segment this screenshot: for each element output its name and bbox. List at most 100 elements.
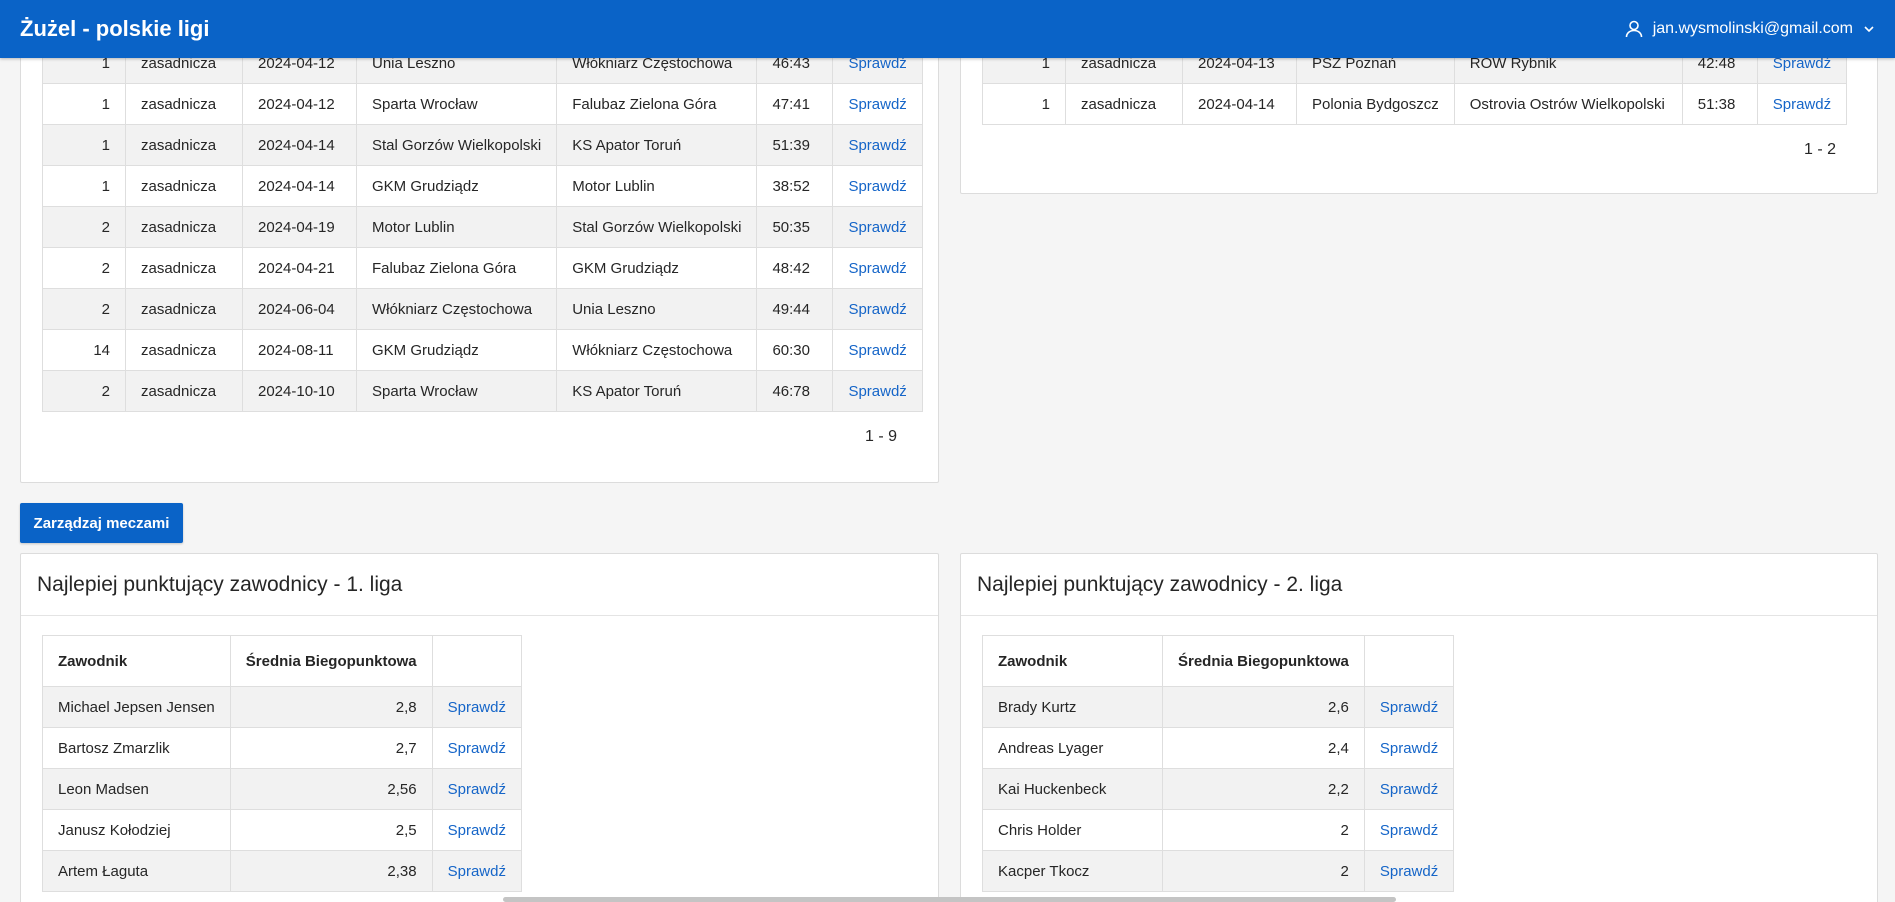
manage-matches-button[interactable]: Zarządzaj meczami xyxy=(20,503,183,543)
score-cell: 46:78 xyxy=(756,370,834,412)
away-team-cell: Falubaz Zielona Góra xyxy=(556,83,758,125)
action-cell: Sprawdź xyxy=(832,370,923,412)
check-match-link[interactable]: Sprawdź xyxy=(848,301,906,318)
check-rider-link[interactable]: Sprawdź xyxy=(1380,740,1438,757)
rider-name-cell: Leon Madsen xyxy=(42,768,231,810)
column-header-actions xyxy=(1363,635,1455,687)
check-match-link[interactable]: Sprawdź xyxy=(848,219,906,236)
score-cell: 47:41 xyxy=(756,83,834,125)
home-team-cell: Polonia Bydgoszcz xyxy=(1296,83,1455,125)
column-header-rider[interactable]: Zawodnik xyxy=(982,635,1163,687)
column-header-rider[interactable]: Zawodnik xyxy=(42,635,231,687)
round-cell: 2 xyxy=(42,288,126,330)
top-riders-table-league-1: Zawodnik Średnia Biegopunktowa Michael J… xyxy=(42,635,522,892)
rider-name-cell: Brady Kurtz xyxy=(982,686,1163,728)
action-cell: Sprawdź xyxy=(431,727,522,769)
action-cell: Sprawdź xyxy=(431,768,522,810)
phase-cell: zasadnicza xyxy=(125,124,243,166)
horizontal-scrollbar[interactable] xyxy=(503,897,1396,902)
home-team-cell: Sparta Wrocław xyxy=(355,83,558,125)
check-rider-link[interactable]: Sprawdź xyxy=(448,781,506,798)
table-row: Janusz Kołodziej 2,5 Sprawdź xyxy=(42,809,522,851)
action-cell: Sprawdź xyxy=(832,288,923,330)
score-cell: 51:39 xyxy=(756,124,834,166)
rider-name-cell: Artem Łaguta xyxy=(42,850,231,892)
pagination-info: 1 - 2 xyxy=(1803,141,1836,158)
home-team-cell: Stal Gorzów Wielkopolski xyxy=(355,124,558,166)
round-cell: 2 xyxy=(42,247,126,289)
check-rider-link[interactable]: Sprawdź xyxy=(448,699,506,716)
average-cell: 2,6 xyxy=(1162,686,1365,728)
phase-cell: zasadnicza xyxy=(125,370,243,412)
away-team-cell: GKM Grudziądz xyxy=(556,247,758,289)
table-row: Kai Huckenbeck 2,2 Sprawdź xyxy=(982,768,1455,810)
phase-cell: zasadnicza xyxy=(1065,83,1183,125)
phase-cell: zasadnicza xyxy=(125,288,243,330)
table-row: 1 zasadnicza 2024-04-12 Sparta Wrocław Falub… xyxy=(42,83,923,125)
action-cell: Sprawdź xyxy=(431,686,522,728)
check-rider-link[interactable]: Sprawdź xyxy=(448,740,506,757)
top-riders-panel-league-2: Najlepiej punktujący zawodnicy - 2. liga… xyxy=(960,553,1878,902)
check-rider-link[interactable]: Sprawdź xyxy=(1380,699,1438,716)
average-cell: 2,5 xyxy=(229,809,433,851)
action-cell: Sprawdź xyxy=(832,83,923,125)
table-row: 2 zasadnicza 2024-10-10 Sparta Wrocław KS Ap… xyxy=(42,370,923,412)
away-team-cell: Włókniarz Częstochowa xyxy=(556,329,758,371)
table-row: Artem Łaguta 2,38 Sprawdź xyxy=(42,850,522,892)
round-cell: 2 xyxy=(42,370,126,412)
phase-cell: zasadnicza xyxy=(125,206,243,248)
average-cell: 2,4 xyxy=(1162,727,1365,769)
check-match-link[interactable]: Sprawdź xyxy=(848,96,906,113)
phase-cell: zasadnicza xyxy=(125,83,243,125)
table-row: Leon Madsen 2,56 Sprawdź xyxy=(42,768,522,810)
check-match-link[interactable]: Sprawdź xyxy=(848,137,906,154)
panel-title: Najlepiej punktujący zawodnicy - 1. liga xyxy=(21,554,938,616)
home-team-cell: Sparta Wrocław xyxy=(355,370,558,412)
date-cell: 2024-04-14 xyxy=(242,165,357,207)
check-match-link[interactable]: Sprawdź xyxy=(1773,96,1831,113)
check-match-link[interactable]: Sprawdź xyxy=(848,178,906,195)
round-cell: 14 xyxy=(42,329,126,371)
user-email: jan.wysmolinski@gmail.com xyxy=(1652,20,1853,37)
check-match-link[interactable]: Sprawdź xyxy=(848,260,906,277)
phase-cell: zasadnicza xyxy=(125,247,243,289)
average-cell: 2,2 xyxy=(1162,768,1365,810)
score-cell: 49:44 xyxy=(756,288,834,330)
check-match-link[interactable]: Sprawdź xyxy=(848,383,906,400)
rider-name-cell: Bartosz Zmarzlik xyxy=(42,727,231,769)
away-team-cell: KS Apator Toruń xyxy=(556,124,758,166)
check-rider-link[interactable]: Sprawdź xyxy=(1380,822,1438,839)
user-menu[interactable]: jan.wysmolinski@gmail.com xyxy=(1625,20,1875,38)
action-cell: Sprawdź xyxy=(431,850,522,892)
table-row: Kacper Tkocz 2 Sprawdź xyxy=(982,850,1455,892)
score-cell: 50:35 xyxy=(756,206,834,248)
rider-name-cell: Chris Holder xyxy=(982,809,1163,851)
pagination-info: 1 - 9 xyxy=(864,428,897,445)
check-rider-link[interactable]: Sprawdź xyxy=(448,822,506,839)
date-cell: 2024-10-10 xyxy=(242,370,357,412)
column-header-average[interactable]: Średnia Biegopunktowa xyxy=(229,635,433,687)
check-rider-link[interactable]: Sprawdź xyxy=(1380,781,1438,798)
column-header-actions xyxy=(431,635,522,687)
table-row: Brady Kurtz 2,6 Sprawdź xyxy=(982,686,1455,728)
table-row: Chris Holder 2 Sprawdź xyxy=(982,809,1455,851)
table-row: Andreas Lyager 2,4 Sprawdź xyxy=(982,727,1455,769)
action-cell: Sprawdź xyxy=(1363,850,1455,892)
check-rider-link[interactable]: Sprawdź xyxy=(1380,863,1438,880)
table-row: 2 zasadnicza 2024-04-19 Motor Lublin Stal Go… xyxy=(42,206,923,248)
action-cell: Sprawdź xyxy=(1363,809,1455,851)
date-cell: 2024-04-19 xyxy=(242,206,357,248)
check-rider-link[interactable]: Sprawdź xyxy=(448,863,506,880)
score-cell: 51:38 xyxy=(1681,83,1758,125)
average-cell: 2,8 xyxy=(229,686,433,728)
column-header-average[interactable]: Średnia Biegopunktowa xyxy=(1162,635,1365,687)
home-team-cell: GKM Grudziądz xyxy=(355,329,558,371)
table-row: 2 zasadnicza 2024-04-21 Falubaz Zielona Gór… xyxy=(42,247,923,289)
app-title[interactable]: Żużel - polskie ligi xyxy=(20,16,209,42)
home-team-cell: Falubaz Zielona Góra xyxy=(355,247,558,289)
phase-cell: zasadnicza xyxy=(125,165,243,207)
top-riders-panel-league-1: Najlepiej punktujący zawodnicy - 1. liga… xyxy=(20,553,939,902)
check-match-link[interactable]: Sprawdź xyxy=(848,342,906,359)
date-cell: 2024-04-14 xyxy=(1182,83,1297,125)
home-team-cell: Motor Lublin xyxy=(355,206,558,248)
